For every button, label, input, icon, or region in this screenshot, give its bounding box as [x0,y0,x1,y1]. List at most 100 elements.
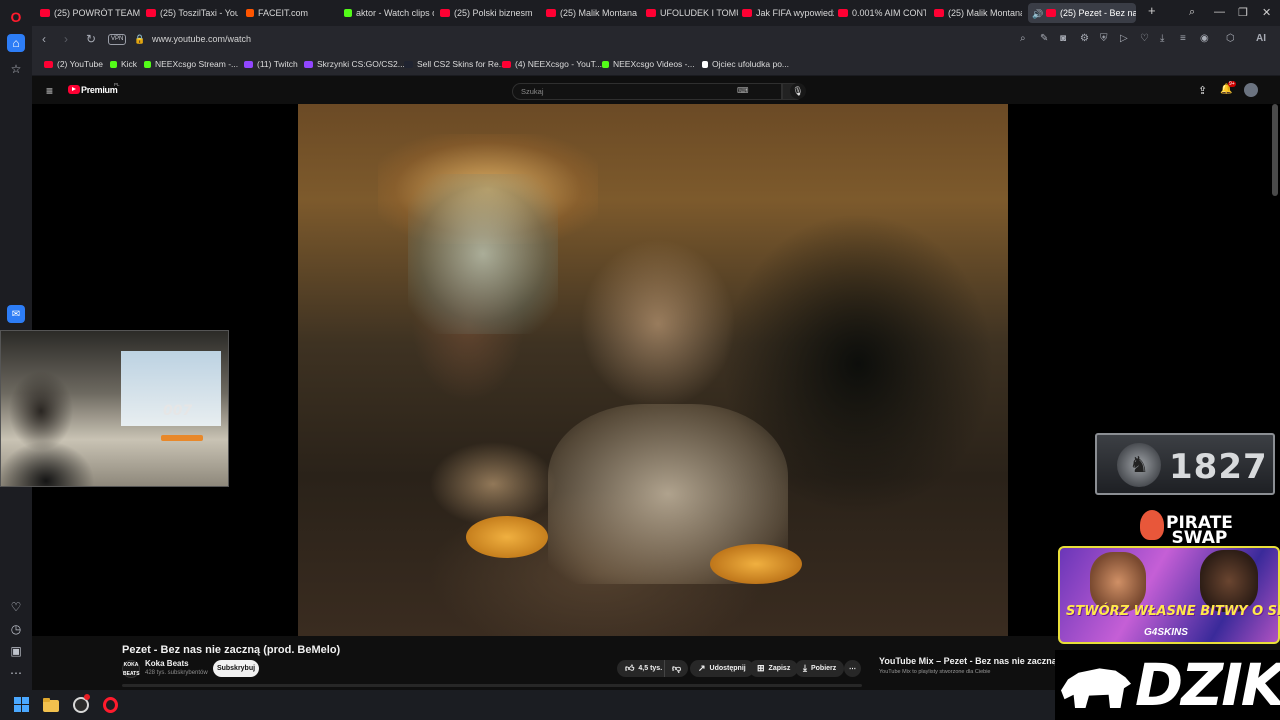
new-tab-button[interactable]: + [1148,3,1156,18]
tab[interactable]: (25) POWRÓT TEAM S [36,3,140,23]
star-icon[interactable]: ☆ [7,60,25,78]
maximize-icon[interactable]: ❐ [1238,6,1248,19]
obs-icon[interactable] [72,694,90,714]
download-button[interactable]: ⤓ Pobierz [795,660,845,677]
description-box[interactable] [122,684,862,687]
kick-icon [144,60,151,68]
tab[interactable]: (25) Malik Montana - [542,3,638,23]
bookmark[interactable]: (11) Twitch [244,59,298,69]
download-icon[interactable]: ⤓ [1160,33,1164,44]
kick-icon [344,9,352,17]
keyboard-icon[interactable]: ⌨ [737,86,749,95]
bookmark[interactable]: Skrzynki CS:GO/CS2... [304,59,405,69]
youtube-icon [146,9,156,17]
home-icon[interactable]: ⌂ [7,34,25,52]
mix-playlist-panel[interactable]: YouTube Mix – Pezet - Bez nas nie zaczną… [870,650,1055,690]
share-button[interactable]: ↗ Udostępnij [690,660,754,677]
bookmark-label: NEEXcsgo Videos -... [613,59,695,69]
tab-label: (25) Pezet - Bez nas nie [1060,8,1136,18]
search-tabs-icon[interactable]: ⌕ [1189,6,1195,19]
lock-icon[interactable]: 🔒 [134,34,145,45]
background-window [408,174,558,334]
tab[interactable]: (25) ToszilTaxi - YouTu [142,3,238,23]
more-actions-button[interactable]: ⋯ [844,660,861,677]
voice-search-icon[interactable]: 🎙 [790,83,806,99]
tab[interactable]: (25) Polski biznesman [436,3,532,23]
more-icon[interactable]: ⋯ [7,664,25,682]
dislike-button[interactable]: 👎︎ [664,660,689,677]
camera-icon[interactable]: ◙ [1060,33,1066,44]
youtube-icon [546,9,556,17]
tab-active[interactable]: 🔊 (25) Pezet - Bez nas nie [1028,3,1136,23]
youtube-header: ≡ Premium PL Szukaj ⌨ ⚲ 🎙 ⇪ 🔔 9+ [32,78,1280,104]
tab-label: (25) Polski biznesman [454,8,532,18]
bookmark[interactable]: NEEXcsgo Stream -... [144,59,238,69]
close-icon[interactable]: ✕ [1262,6,1271,19]
search-input[interactable]: Szukaj ⌨ [512,83,782,100]
forward-icon[interactable]: › [64,32,68,46]
bookmark[interactable]: Ojciec ufoludka po... [702,59,789,69]
windows-start-icon[interactable] [13,696,31,714]
fireplace [161,435,203,441]
region-code: PL [114,82,120,87]
profile-icon[interactable]: ◉ [1200,33,1209,44]
kick-icon [110,60,117,68]
tab-label: 0.001% AIM CONTRO [852,8,926,18]
messenger-icon[interactable]: ✉ [7,305,25,323]
heart-icon[interactable]: ♡ [7,598,25,616]
bookmark[interactable]: (2) YouTube [44,59,103,69]
tab[interactable]: (25) Malik Montana [930,3,1022,23]
like-button[interactable]: 👍︎ 4,5 tys. [617,660,669,677]
download-icon: ⤓ [803,663,807,673]
notifications-badge: 9+ [1228,81,1236,87]
minimize-icon[interactable]: — [1214,6,1225,18]
channel-avatar[interactable]: KOKA BEATS [122,660,140,678]
cases-icon [304,60,313,68]
shield-icon[interactable]: ⛨ [1100,33,1108,44]
wallet-icon[interactable]: ⬡ [1226,33,1235,44]
bookmark-label: Skrzynki CS:GO/CS2... [317,59,405,69]
edit-icon[interactable]: ✎ [1040,33,1048,44]
tab[interactable]: aktor - Watch clips on [340,3,434,23]
tab[interactable]: Jak FIFA wypowiedział [738,3,834,23]
upload-icon[interactable]: ⇪ [1198,84,1207,97]
url-field[interactable]: www.youtube.com/watch [152,34,251,44]
zoom-icon[interactable]: ⌕ [1020,33,1026,44]
tab[interactable]: FACEIT.com [242,3,332,23]
lemon-slice [710,544,802,584]
tab-label: (25) ToszilTaxi - YouTu [160,8,238,18]
reload-icon[interactable]: ↻ [86,32,96,46]
hamburger-menu-icon[interactable]: ≡ [46,84,53,98]
heart-icon[interactable]: ♡ [1140,33,1149,44]
settings-icon[interactable]: ⚙ [1080,33,1089,44]
channel-name[interactable]: Koka Beats [145,659,189,668]
bookmark[interactable]: (4) NEEXcsgo - YouT... [502,59,602,69]
extensions-icon[interactable]: ▣ [7,642,25,660]
tab[interactable]: UFOLUDEK I TOMUŚ [642,3,738,23]
subscribe-button[interactable]: Subskrybuj [213,660,259,677]
mix-title[interactable]: YouTube Mix – Pezet - Bez nas nie zaczną… [879,656,1055,666]
save-button[interactable]: ⊞ Zapisz [749,660,799,677]
youtube-icon [838,9,848,17]
play-glyph-icon [72,87,76,91]
tab-label: (25) Malik Montana [948,8,1022,18]
back-icon[interactable]: ‹ [42,32,46,46]
streamer [1,371,96,486]
dzik-logo: DZIK [1055,650,1280,720]
tab[interactable]: 0.001% AIM CONTRO [834,3,926,23]
page-scrollbar[interactable] [1272,104,1278,196]
history-icon[interactable]: ◷ [7,620,25,638]
vpn-badge[interactable]: VPN [108,34,127,45]
bookmark[interactable]: NEEXcsgo Videos -... [602,59,695,69]
player-icon[interactable]: ▷ [1120,33,1128,44]
bookmark[interactable]: Sell CS2 Skins for Re... [404,59,506,69]
menu-icon[interactable]: ≡ [1180,33,1186,44]
opera-icon[interactable] [101,696,119,714]
youtube-logo-text[interactable]: Premium [81,85,118,95]
opera-logo-icon[interactable]: O [7,8,25,26]
video-frame[interactable] [298,104,1008,636]
aria-ai-button[interactable]: AI [1256,33,1266,44]
file-explorer-icon[interactable] [42,696,60,714]
bookmark[interactable]: Kick [110,59,137,69]
avatar[interactable] [1244,83,1258,97]
